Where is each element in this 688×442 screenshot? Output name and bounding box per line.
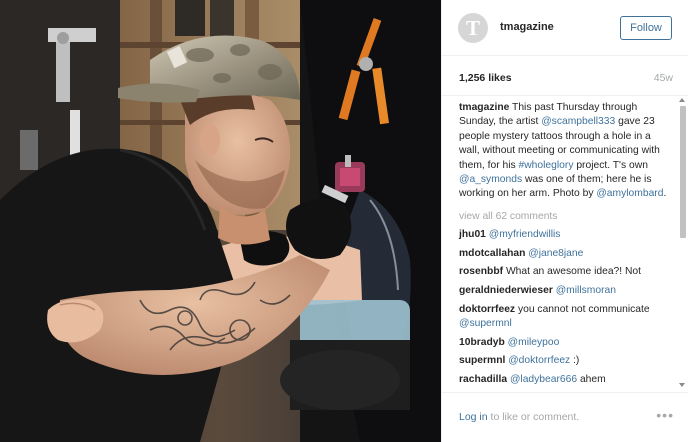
comment-mention[interactable]: @millsmoran — [556, 285, 616, 296]
avatar[interactable]: T — [458, 13, 488, 43]
post-time[interactable]: 45w — [654, 72, 673, 84]
comment-item: 10bradyb @mileypoo — [459, 336, 673, 350]
comment-item: doktorrfeez you cannot not communicate @… — [459, 303, 673, 332]
comment-text: ahem — [577, 373, 606, 385]
caption-mention[interactable]: @amylombard — [596, 188, 663, 199]
scroll-down-icon[interactable] — [679, 383, 685, 387]
avatar-letter: T — [465, 16, 480, 40]
caption-hashtag[interactable]: #wholeglory — [519, 160, 574, 171]
comment-text: you cannot not communicate — [517, 303, 650, 315]
caption-author[interactable]: tmagazine — [459, 102, 509, 113]
login-link[interactable]: Log in — [459, 411, 488, 423]
login-prompt: Log in to like or comment. — [459, 411, 579, 423]
comment-username[interactable]: rachadilla — [459, 374, 507, 385]
comment-mention[interactable]: @ladybear666 — [510, 374, 577, 385]
comment-username[interactable]: 10bradyb — [459, 337, 505, 348]
comment-item: mdotcallahan @jane8jane — [459, 247, 673, 261]
view-all-comments-link[interactable]: view all 62 comments — [459, 210, 673, 224]
post-photo[interactable] — [0, 0, 441, 442]
tattoo-artist-photo — [0, 0, 441, 442]
scrollbar-thumb[interactable] — [680, 106, 686, 238]
comment-item: rachadilla @ladybear666 ahem — [459, 373, 673, 387]
scroll-up-icon[interactable] — [679, 98, 685, 102]
comment-username[interactable]: mdotcallahan — [459, 248, 525, 259]
comment-mention[interactable]: @supermnl — [459, 318, 512, 329]
comment-mention[interactable]: @doktorrfeez — [508, 355, 570, 366]
comment-username[interactable]: supermnl — [459, 355, 505, 366]
comments-list: tmagazine This past Thursday through Sun… — [459, 101, 673, 391]
post-side-panel: T tmagazine Follow 1,256 likes 45w tmaga… — [441, 0, 688, 442]
comment-username[interactable]: jhu01 — [459, 229, 486, 240]
post-footer: Log in to like or comment. ••• — [442, 392, 688, 442]
comments-area[interactable]: tmagazine This past Thursday through Sun… — [442, 96, 688, 392]
post-header: T tmagazine Follow — [442, 0, 688, 56]
comment-mention[interactable]: @myfriendwillis — [489, 229, 561, 240]
post-caption: tmagazine This past Thursday through Sun… — [459, 101, 673, 202]
more-options-icon[interactable]: ••• — [656, 407, 674, 423]
caption-mention[interactable]: @a_symonds — [459, 174, 522, 185]
caption-text: . — [663, 188, 667, 200]
comment-item: geraldniederwieser @millsmoran — [459, 284, 673, 298]
post-meta: 1,256 likes 45w — [442, 56, 688, 96]
likes-count[interactable]: 1,256 likes — [459, 72, 512, 84]
comment-username[interactable]: doktorrfeez — [459, 304, 515, 315]
comment-text: :) — [570, 355, 580, 367]
comment-mention[interactable]: @jane8jane — [528, 248, 583, 259]
comment-item: jhu01 @myfriendwillis — [459, 228, 673, 242]
comment-item: rosenbbf What an awesome idea?! Not — [459, 265, 673, 279]
login-prompt-text: to like or comment. — [487, 411, 580, 423]
comment-username[interactable]: geraldniederwieser — [459, 285, 553, 296]
caption-text: project. T's own — [573, 159, 648, 171]
caption-mention[interactable]: @scampbell333 — [541, 116, 615, 127]
post-username[interactable]: tmagazine — [500, 21, 554, 33]
comment-mention[interactable]: @mileypoo — [508, 337, 560, 348]
follow-button[interactable]: Follow — [620, 16, 672, 40]
comment-username[interactable]: rosenbbf — [459, 266, 503, 277]
comment-text: What an awesome idea?! Not — [505, 266, 642, 278]
comment-item: supermnl @doktorrfeez :) — [459, 354, 673, 368]
